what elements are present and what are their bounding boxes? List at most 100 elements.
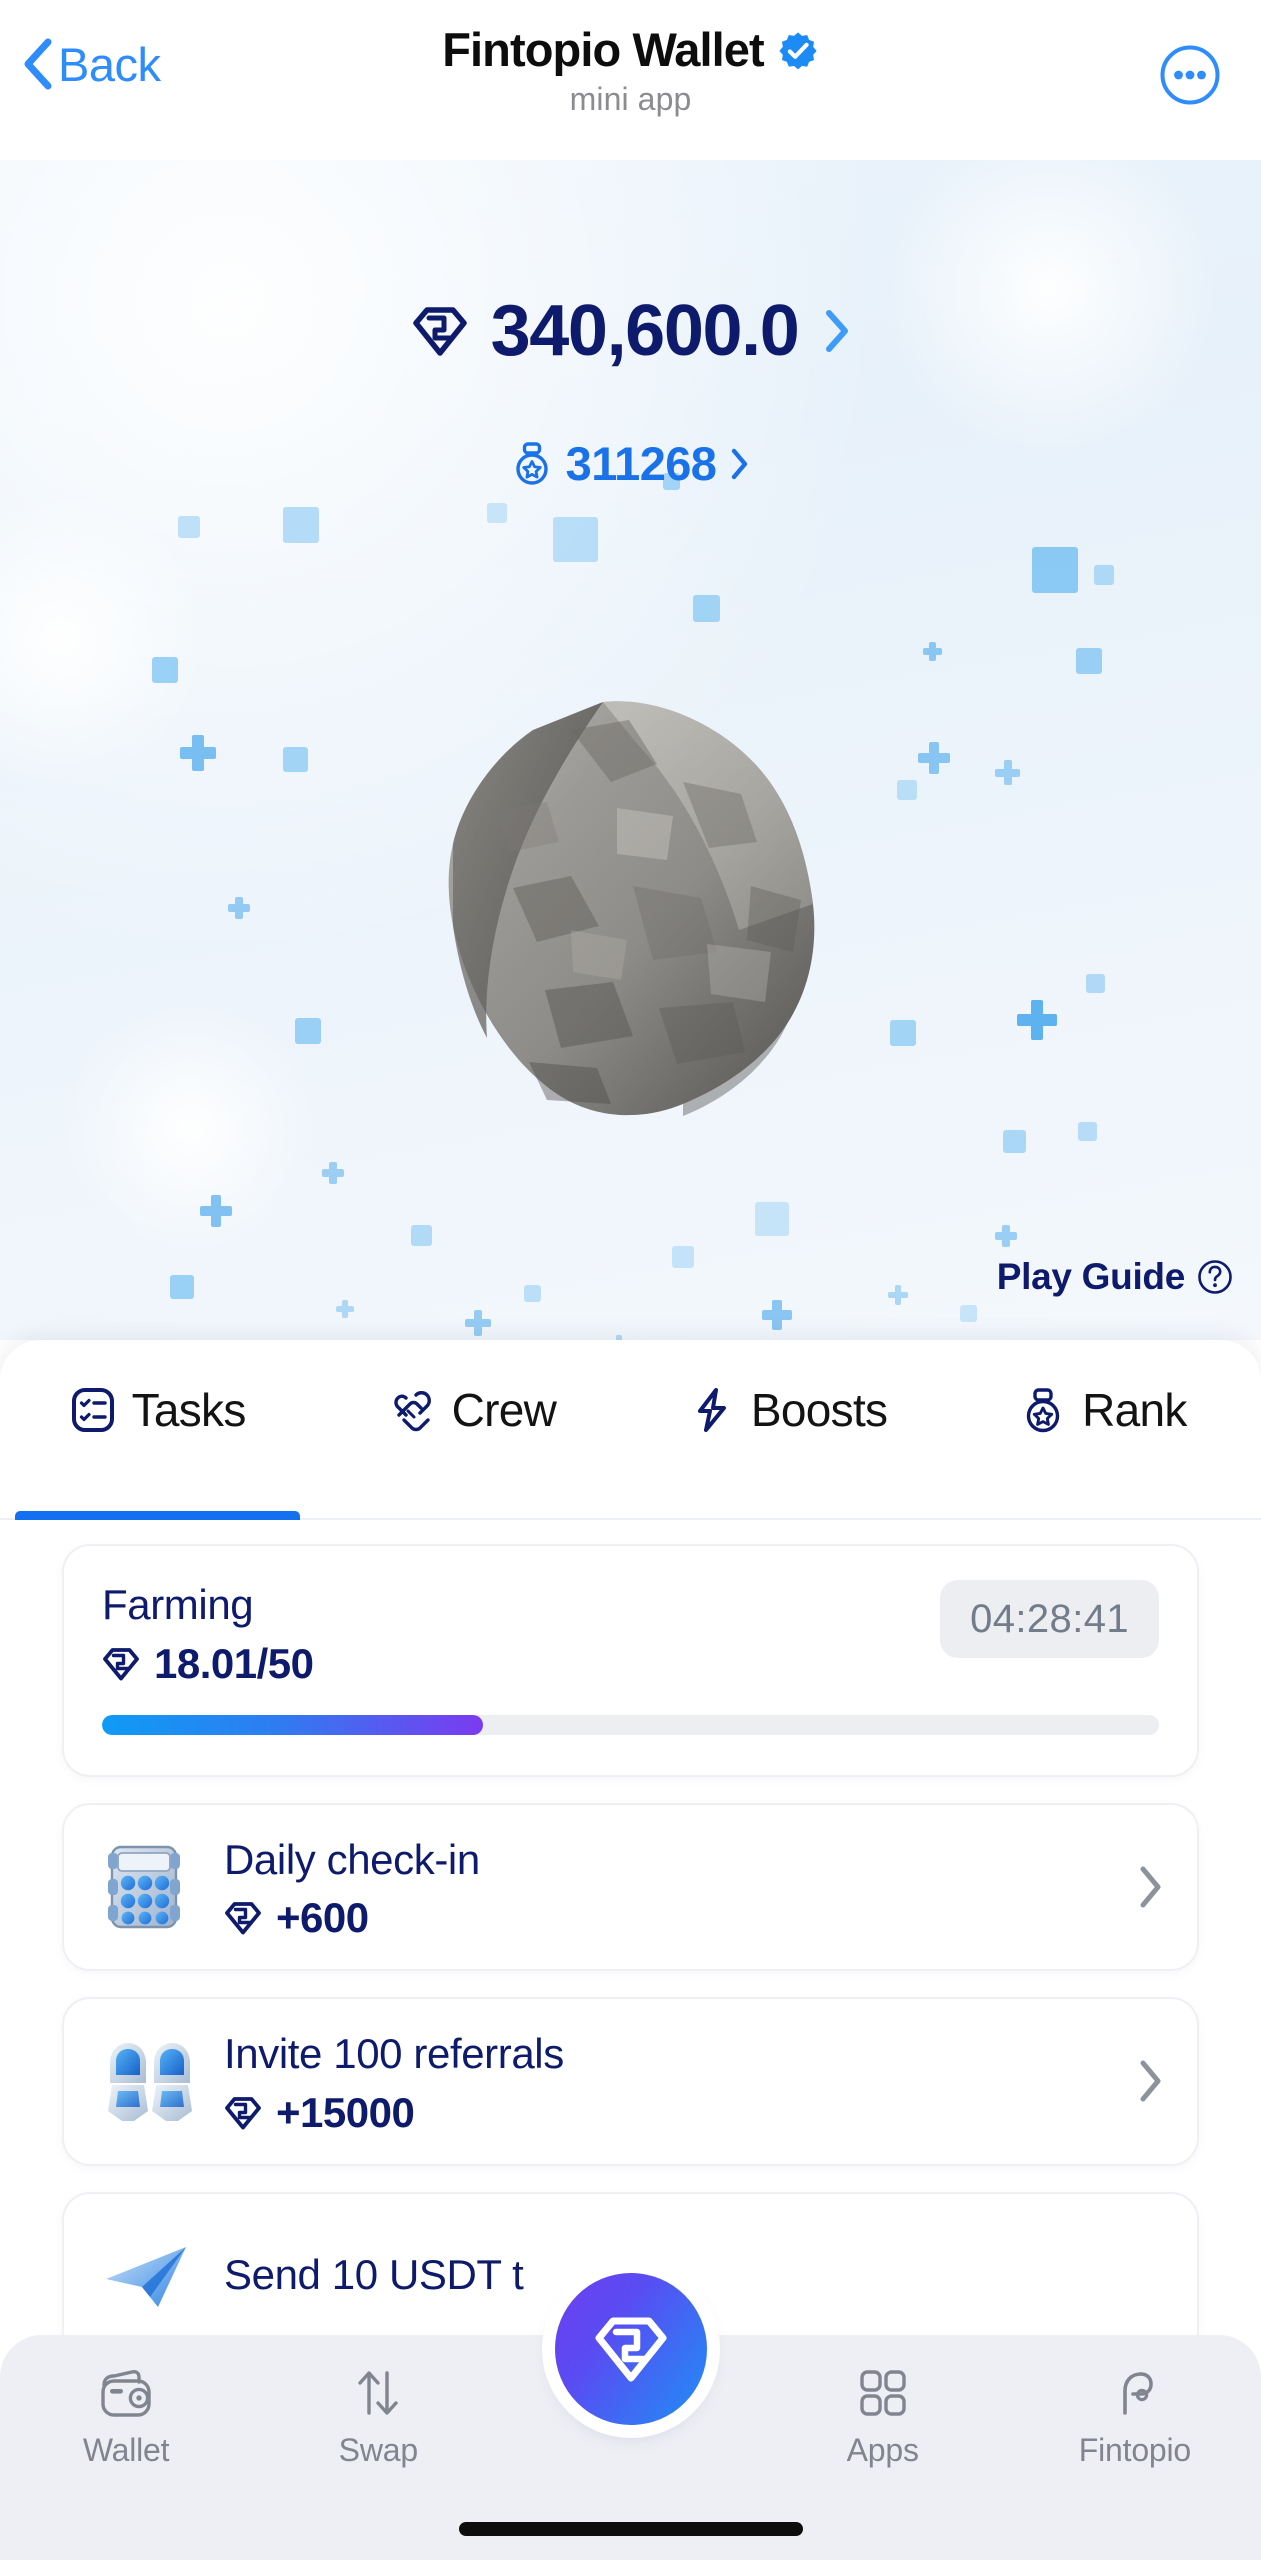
task-title: Daily check-in [224,1835,480,1883]
nav-item-wallet[interactable]: Wallet [0,2335,252,2466]
farming-timer: 04:28:41 [940,1580,1159,1658]
tab-label: Tasks [131,1384,247,1436]
daily-calendar-icon [108,1845,180,1929]
decor-square [152,657,178,683]
decor-square [553,517,598,562]
more-options-icon[interactable] [1159,44,1221,106]
decor-plus [322,1162,344,1184]
task-list: Farming 18.01/50 04:28:41 Daily check-in… [0,1520,1261,2358]
app-header: Back Fintopio Wallet mini app [0,0,1261,160]
tab-label: Crew [451,1384,557,1436]
task-row-daily-check-in[interactable]: Daily check-in +600 [62,1802,1199,1972]
rank-row[interactable]: 311268 [0,440,1261,487]
farming-progress-fill [102,1714,483,1735]
wallet-icon [101,2370,151,2417]
tab-boosts[interactable]: Boosts [631,1340,946,1518]
tab-crew[interactable]: Crew [315,1340,630,1518]
glow-decoration [60,1000,320,1260]
rank-value: 311268 [565,437,717,490]
nav-label: Wallet [82,2432,170,2468]
decor-square [1078,1122,1097,1141]
nav-item-apps[interactable]: Apps [757,2335,1009,2466]
balance-amount: 340,600.0 [490,291,800,371]
decor-square [693,595,720,622]
farming-progress-track [102,1714,1159,1735]
tab-tasks[interactable]: Tasks [0,1340,315,1520]
decor-square [1003,1130,1026,1153]
task-reward-row: +15000 [224,2091,1107,2134]
gem-icon [225,2096,261,2130]
title-row: Fintopio Wallet [442,23,819,77]
farming-amount: 18.01/50 [154,1639,314,1687]
app-screen: Back Fintopio Wallet mini app 340,600.0 … [0,0,1261,2560]
nav-item-fintopio[interactable]: Fintopio [1009,2335,1261,2466]
medal-icon [515,441,548,485]
decor-square [672,1246,694,1268]
task-body: Invite 100 referrals +15000 [224,2029,1107,2134]
fintopio-action-button[interactable] [554,2273,707,2425]
referral-robots-icon [108,2043,192,2122]
lightning-icon [697,1388,726,1432]
farming-info: Farming 18.01/50 [102,1580,314,1685]
decor-square [890,1020,916,1046]
nav-label: Fintopio [1078,2432,1192,2468]
decor-square [1094,565,1114,585]
task-body: Daily check-in +600 [224,1835,1107,1940]
task-body: Send 10 USDT t [224,2250,1163,2300]
decor-plus [918,742,950,774]
header-title-block: Fintopio Wallet mini app [0,23,1261,118]
page-title: Fintopio Wallet [442,23,764,76]
game-hero-area: 340,600.0 311268 Play Guide [0,160,1261,1340]
decor-plus [762,1300,792,1330]
task-reward-row: +600 [224,1897,1107,1939]
task-title: Invite 100 referrals [224,2030,564,2078]
medal-icon [1026,1388,1060,1433]
play-guide-button[interactable]: Play Guide [997,1256,1233,1298]
chevron-right-icon [826,310,849,352]
farming-title: Farming [102,1581,254,1628]
swap-arrows-icon [358,2371,398,2415]
decor-plus [995,1225,1017,1247]
decor-square [487,503,507,523]
decor-plus [923,642,942,661]
app-subtitle: mini app [569,80,692,117]
decor-square [897,780,917,800]
decor-square [1032,547,1078,593]
decor-square [755,1202,789,1236]
farming-top-row: Farming 18.01/50 04:28:41 [102,1580,1159,1685]
gem-icon [225,1902,261,1935]
grid-apps-icon [860,2370,906,2416]
fintopio-logo-icon [1123,2372,1153,2415]
balance-row[interactable]: 340,600.0 [0,295,1261,367]
farming-card[interactable]: Farming 18.01/50 04:28:41 [62,1544,1199,1777]
chevron-right-icon [732,448,748,479]
chevron-right-icon [1140,1866,1161,1908]
nav-label: Apps [846,2432,919,2468]
home-indicator [458,2522,803,2536]
decor-plus [1017,1000,1057,1040]
task-title: Send 10 USDT t [224,2250,524,2298]
tab-bar: Tasks Crew Boosts Rank [0,1340,1261,1520]
task-row-invite-referrals[interactable]: Invite 100 referrals +15000 [62,1997,1199,2166]
farming-amount-row: 18.01/50 [102,1639,314,1687]
decor-plus [888,1285,908,1305]
decor-plus [200,1195,232,1227]
tab-rank[interactable]: Rank [946,1340,1261,1518]
decor-square [960,1305,977,1322]
checklist-icon [71,1388,114,1432]
rock-graphic [448,701,814,1116]
nav-label: Swap [338,2432,418,2468]
decor-plus [465,1310,491,1336]
decor-plus [336,1300,354,1318]
chevron-right-icon [1140,2060,1161,2102]
task-reward: +600 [276,1894,369,1942]
decor-square [1076,648,1102,674]
paper-plane-icon [106,2246,186,2307]
decor-square [524,1285,541,1302]
decor-square [411,1225,432,1246]
nav-item-swap[interactable]: Swap [252,2335,504,2466]
asteroid-rock-image[interactable] [421,690,841,1140]
decor-square [178,516,200,538]
help-circle-icon [1198,1260,1232,1294]
decor-square [283,747,308,772]
